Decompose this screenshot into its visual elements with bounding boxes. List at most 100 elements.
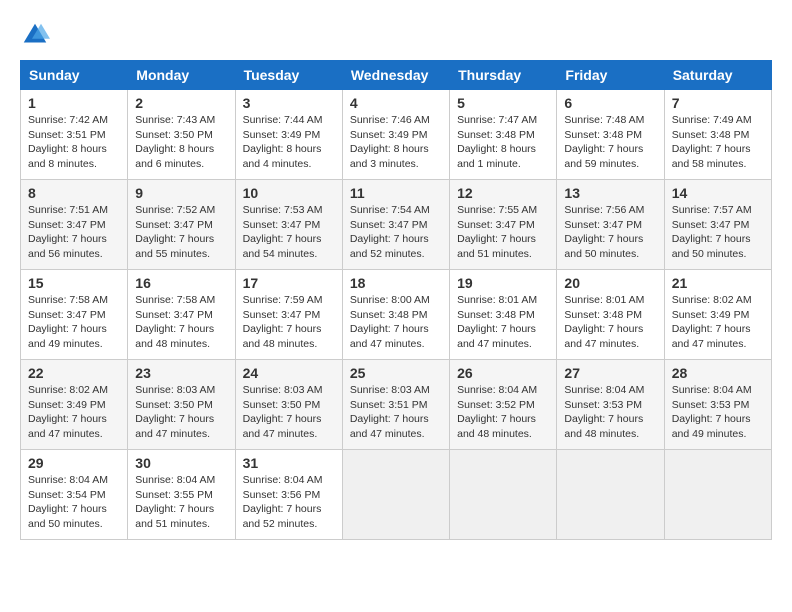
- day-number: 20: [564, 275, 656, 291]
- day-info: Sunrise: 7:57 AMSunset: 3:47 PMDaylight:…: [672, 203, 764, 262]
- day-info: Sunrise: 7:55 AMSunset: 3:47 PMDaylight:…: [457, 203, 549, 262]
- day-cell-28: 28 Sunrise: 8:04 AMSunset: 3:53 PMDayligh…: [664, 360, 771, 450]
- day-cell-31: 31 Sunrise: 8:04 AMSunset: 3:56 PMDayligh…: [235, 450, 342, 540]
- day-info: Sunrise: 7:46 AMSunset: 3:49 PMDaylight:…: [350, 113, 442, 172]
- day-cell-21: 21 Sunrise: 8:02 AMSunset: 3:49 PMDayligh…: [664, 270, 771, 360]
- day-number: 22: [28, 365, 120, 381]
- day-number: 7: [672, 95, 764, 111]
- day-info: Sunrise: 7:42 AMSunset: 3:51 PMDaylight:…: [28, 113, 120, 172]
- logo-icon: [20, 20, 50, 50]
- day-cell-29: 29 Sunrise: 8:04 AMSunset: 3:54 PMDayligh…: [21, 450, 128, 540]
- day-cell-25: 25 Sunrise: 8:03 AMSunset: 3:51 PMDayligh…: [342, 360, 449, 450]
- day-number: 31: [243, 455, 335, 471]
- week-row-3: 15 Sunrise: 7:58 AMSunset: 3:47 PMDayligh…: [21, 270, 772, 360]
- day-number: 8: [28, 185, 120, 201]
- weekday-header-monday: Monday: [128, 61, 235, 90]
- day-info: Sunrise: 8:00 AMSunset: 3:48 PMDaylight:…: [350, 293, 442, 352]
- day-number: 15: [28, 275, 120, 291]
- weekday-header-wednesday: Wednesday: [342, 61, 449, 90]
- day-number: 30: [135, 455, 227, 471]
- day-info: Sunrise: 8:03 AMSunset: 3:50 PMDaylight:…: [135, 383, 227, 442]
- page-header: [20, 20, 772, 50]
- day-number: 4: [350, 95, 442, 111]
- day-number: 6: [564, 95, 656, 111]
- day-cell-6: 6Sunrise: 7:48 AMSunset: 3:48 PMDaylight…: [557, 90, 664, 180]
- day-cell-11: 11 Sunrise: 7:54 AMSunset: 3:47 PMDayligh…: [342, 180, 449, 270]
- day-info: Sunrise: 8:04 AMSunset: 3:54 PMDaylight:…: [28, 473, 120, 532]
- day-info: Sunrise: 8:04 AMSunset: 3:53 PMDaylight:…: [564, 383, 656, 442]
- logo: [20, 20, 54, 50]
- day-cell-10: 10Sunrise: 7:53 AMSunset: 3:47 PMDayligh…: [235, 180, 342, 270]
- day-info: Sunrise: 7:54 AMSunset: 3:47 PMDaylight:…: [350, 203, 442, 262]
- day-cell-3: 3 Sunrise: 7:44 AMSunset: 3:49 PMDaylight…: [235, 90, 342, 180]
- day-number: 5: [457, 95, 549, 111]
- day-number: 1: [28, 95, 120, 111]
- day-number: 17: [243, 275, 335, 291]
- day-info: Sunrise: 8:02 AMSunset: 3:49 PMDaylight:…: [672, 293, 764, 352]
- day-cell-30: 30Sunrise: 8:04 AMSunset: 3:55 PMDayligh…: [128, 450, 235, 540]
- day-number: 12: [457, 185, 549, 201]
- day-info: Sunrise: 8:03 AMSunset: 3:50 PMDaylight:…: [243, 383, 335, 442]
- day-cell-20: 20 Sunrise: 8:01 AMSunset: 3:48 PMDayligh…: [557, 270, 664, 360]
- day-cell-17: 17 Sunrise: 7:59 AMSunset: 3:47 PMDayligh…: [235, 270, 342, 360]
- day-info: Sunrise: 8:04 AMSunset: 3:52 PMDaylight:…: [457, 383, 549, 442]
- day-number: 23: [135, 365, 227, 381]
- day-info: Sunrise: 8:04 AMSunset: 3:53 PMDaylight:…: [672, 383, 764, 442]
- empty-cell: [450, 450, 557, 540]
- day-info: Sunrise: 7:49 AMSunset: 3:48 PMDaylight:…: [672, 113, 764, 172]
- day-info: Sunrise: 8:04 AMSunset: 3:56 PMDaylight:…: [243, 473, 335, 532]
- week-row-4: 22 Sunrise: 8:02 AMSunset: 3:49 PMDayligh…: [21, 360, 772, 450]
- day-number: 29: [28, 455, 120, 471]
- week-row-2: 8 Sunrise: 7:51 AMSunset: 3:47 PMDaylight…: [21, 180, 772, 270]
- day-number: 26: [457, 365, 549, 381]
- day-number: 2: [135, 95, 227, 111]
- day-number: 11: [350, 185, 442, 201]
- day-number: 3: [243, 95, 335, 111]
- day-info: Sunrise: 8:01 AMSunset: 3:48 PMDaylight:…: [457, 293, 549, 352]
- day-cell-16: 16 Sunrise: 7:58 AMSunset: 3:47 PMDayligh…: [128, 270, 235, 360]
- day-number: 27: [564, 365, 656, 381]
- day-info: Sunrise: 7:52 AMSunset: 3:47 PMDaylight:…: [135, 203, 227, 262]
- day-info: Sunrise: 8:02 AMSunset: 3:49 PMDaylight:…: [28, 383, 120, 442]
- day-number: 19: [457, 275, 549, 291]
- day-cell-13: 13Sunrise: 7:56 AMSunset: 3:47 PMDayligh…: [557, 180, 664, 270]
- day-cell-9: 9 Sunrise: 7:52 AMSunset: 3:47 PMDaylight…: [128, 180, 235, 270]
- day-number: 28: [672, 365, 764, 381]
- day-cell-12: 12 Sunrise: 7:55 AMSunset: 3:47 PMDayligh…: [450, 180, 557, 270]
- day-info: Sunrise: 7:44 AMSunset: 3:49 PMDaylight:…: [243, 113, 335, 172]
- day-cell-23: 23 Sunrise: 8:03 AMSunset: 3:50 PMDayligh…: [128, 360, 235, 450]
- day-info: Sunrise: 7:58 AMSunset: 3:47 PMDaylight:…: [28, 293, 120, 352]
- day-cell-2: 2 Sunrise: 7:43 AMSunset: 3:50 PMDaylight…: [128, 90, 235, 180]
- week-row-5: 29 Sunrise: 8:04 AMSunset: 3:54 PMDayligh…: [21, 450, 772, 540]
- day-info: Sunrise: 7:58 AMSunset: 3:47 PMDaylight:…: [135, 293, 227, 352]
- day-number: 9: [135, 185, 227, 201]
- day-cell-15: 15 Sunrise: 7:58 AMSunset: 3:47 PMDayligh…: [21, 270, 128, 360]
- day-cell-22: 22 Sunrise: 8:02 AMSunset: 3:49 PMDayligh…: [21, 360, 128, 450]
- day-info: Sunrise: 8:01 AMSunset: 3:48 PMDaylight:…: [564, 293, 656, 352]
- weekday-header-tuesday: Tuesday: [235, 61, 342, 90]
- day-info: Sunrise: 7:43 AMSunset: 3:50 PMDaylight:…: [135, 113, 227, 172]
- day-cell-26: 26 Sunrise: 8:04 AMSunset: 3:52 PMDayligh…: [450, 360, 557, 450]
- day-number: 25: [350, 365, 442, 381]
- day-cell-4: 4 Sunrise: 7:46 AMSunset: 3:49 PMDaylight…: [342, 90, 449, 180]
- day-number: 14: [672, 185, 764, 201]
- day-number: 24: [243, 365, 335, 381]
- day-info: Sunrise: 7:51 AMSunset: 3:47 PMDaylight:…: [28, 203, 120, 262]
- day-cell-14: 14 Sunrise: 7:57 AMSunset: 3:47 PMDayligh…: [664, 180, 771, 270]
- empty-cell: [342, 450, 449, 540]
- day-info: Sunrise: 7:59 AMSunset: 3:47 PMDaylight:…: [243, 293, 335, 352]
- week-row-1: 1 Sunrise: 7:42 AMSunset: 3:51 PMDaylight…: [21, 90, 772, 180]
- empty-cell: [557, 450, 664, 540]
- weekday-header-saturday: Saturday: [664, 61, 771, 90]
- day-cell-1: 1 Sunrise: 7:42 AMSunset: 3:51 PMDaylight…: [21, 90, 128, 180]
- weekday-header-row: SundayMondayTuesdayWednesdayThursdayFrid…: [21, 61, 772, 90]
- day-cell-8: 8 Sunrise: 7:51 AMSunset: 3:47 PMDaylight…: [21, 180, 128, 270]
- day-number: 18: [350, 275, 442, 291]
- day-info: Sunrise: 7:53 AMSunset: 3:47 PMDaylight:…: [243, 203, 335, 262]
- day-info: Sunrise: 8:03 AMSunset: 3:51 PMDaylight:…: [350, 383, 442, 442]
- weekday-header-thursday: Thursday: [450, 61, 557, 90]
- day-number: 21: [672, 275, 764, 291]
- day-info: Sunrise: 7:47 AMSunset: 3:48 PMDaylight:…: [457, 113, 549, 172]
- day-cell-5: 5 Sunrise: 7:47 AMSunset: 3:48 PMDaylight…: [450, 90, 557, 180]
- day-number: 16: [135, 275, 227, 291]
